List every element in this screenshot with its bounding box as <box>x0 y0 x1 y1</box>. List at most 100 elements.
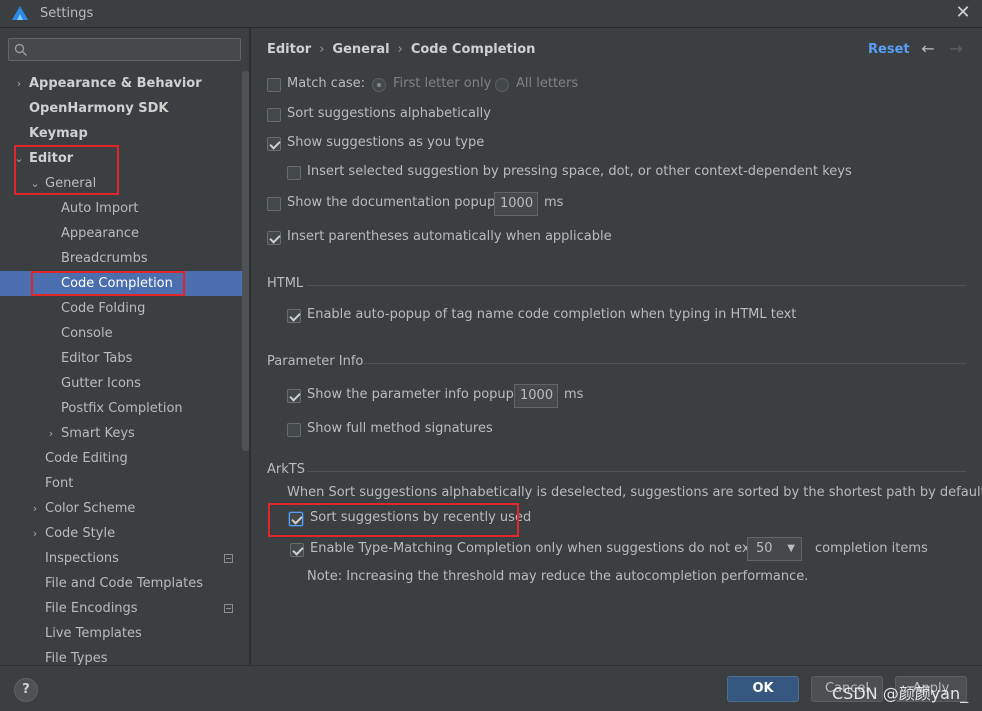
sidebar-item[interactable]: Auto Import <box>0 196 242 221</box>
sidebar-item[interactable]: File and Code Templates <box>0 571 242 596</box>
chevron-right-icon[interactable]: › <box>30 496 40 521</box>
sidebar-item-label: Keymap <box>29 126 88 141</box>
sidebar-item[interactable]: Code Editing <box>0 446 242 471</box>
sidebar-item[interactable]: › Appearance & Behavior <box>0 71 242 96</box>
doc-popup-checkbox[interactable] <box>267 197 281 211</box>
sidebar-item[interactable]: Inspections <box>0 546 242 571</box>
type-matching-limit-dropdown[interactable]: 50 ▼ <box>747 537 802 561</box>
sidebar-item-label: Auto Import <box>61 201 139 216</box>
param-info-delay-input[interactable]: 1000 <box>514 384 558 408</box>
sidebar-item[interactable]: Font <box>0 471 242 496</box>
sidebar-item-label: Color Scheme <box>45 501 136 516</box>
show-as-you-type-checkbox[interactable] <box>267 137 281 151</box>
show-as-you-type-label: Show suggestions as you type <box>287 135 485 150</box>
first-letter-only-radio[interactable] <box>372 78 386 92</box>
sidebar-item[interactable]: File Types <box>0 646 242 665</box>
full-signatures-label: Show full method signatures <box>307 421 493 436</box>
sidebar-item[interactable]: Console <box>0 321 242 346</box>
type-matching-limit-value: 50 <box>756 541 773 556</box>
sidebar-item-label: Editor <box>29 151 74 166</box>
sidebar-item-label: Console <box>61 326 113 341</box>
insert-parentheses-label: Insert parentheses automatically when ap… <box>287 229 612 244</box>
insert-selected-checkbox[interactable] <box>287 166 301 180</box>
sidebar-item-label: Live Templates <box>45 626 142 641</box>
chevron-down-icon[interactable]: ⌄ <box>14 146 24 171</box>
html-auto-popup-checkbox[interactable] <box>287 309 301 323</box>
completion-items-label: completion items <box>815 541 928 556</box>
breadcrumb-separator: › <box>397 42 403 57</box>
watermark: CSDN @颜颜yan_ <box>832 684 969 703</box>
threshold-note: Note: Increasing the threshold may reduc… <box>307 569 809 584</box>
sidebar-item-label: Smart Keys <box>61 426 135 441</box>
help-icon[interactable]: ? <box>14 678 38 702</box>
sidebar-item-label: Code Editing <box>45 451 128 466</box>
ok-button[interactable]: OK <box>727 676 799 702</box>
section-divider <box>363 363 966 364</box>
breadcrumb-item[interactable]: Editor <box>267 42 311 57</box>
sidebar-item[interactable]: Keymap <box>0 121 242 146</box>
section-divider <box>307 285 966 286</box>
arkts-section-title: ArkTS <box>267 462 305 477</box>
doc-popup-delay-input[interactable]: 1000 <box>494 192 538 216</box>
sidebar-item[interactable]: Appearance <box>0 221 242 246</box>
sort-recently-used-label: Sort suggestions by recently used <box>310 510 532 525</box>
sidebar-item[interactable]: Editor Tabs <box>0 346 242 371</box>
sort-alphabetically-label: Sort suggestions alphabetically <box>287 106 491 121</box>
type-matching-checkbox[interactable] <box>290 543 304 557</box>
sidebar-item[interactable]: OpenHarmony SDK <box>0 96 242 121</box>
sidebar-item-label: Code Completion <box>61 276 173 291</box>
sort-recently-used-checkbox[interactable] <box>289 512 303 526</box>
chevron-right-icon[interactable]: › <box>14 71 24 96</box>
sidebar-item[interactable]: Code Completion <box>0 271 242 296</box>
sidebar-item-label: File Types <box>45 651 108 665</box>
search-icon <box>14 43 27 56</box>
forward-arrow-icon: → <box>949 39 963 58</box>
sidebar-item-label: Gutter Icons <box>61 376 141 391</box>
match-case-label: Match case: <box>287 76 366 91</box>
sidebar-item[interactable]: Code Folding <box>0 296 242 321</box>
sidebar-item[interactable]: › Smart Keys <box>0 421 242 446</box>
sidebar-item[interactable]: File Encodings <box>0 596 242 621</box>
sidebar-item[interactable]: Breadcrumbs <box>0 246 242 271</box>
sidebar-item-label: Appearance & Behavior <box>29 76 202 91</box>
sidebar-item[interactable]: Postfix Completion <box>0 396 242 421</box>
sidebar-item-label: OpenHarmony SDK <box>29 101 169 116</box>
window-title: Settings <box>40 6 94 21</box>
match-case-checkbox[interactable] <box>267 78 281 92</box>
project-scope-icon <box>224 554 233 563</box>
settings-content: Editor › General › Code Completion Reset ← →… <box>251 28 982 665</box>
chevron-right-icon[interactable]: › <box>30 521 40 546</box>
sidebar-item[interactable]: › Code Style <box>0 521 242 546</box>
sort-alphabetically-checkbox[interactable] <box>267 108 281 122</box>
param-info-unit: ms <box>564 387 584 402</box>
chevron-down-icon[interactable]: ⌄ <box>30 171 40 196</box>
settings-sidebar: › Appearance & Behavior OpenHarmony SDK Key… <box>0 28 250 665</box>
sidebar-item[interactable]: Live Templates <box>0 621 242 646</box>
doc-popup-unit: ms <box>544 195 564 210</box>
back-arrow-icon[interactable]: ← <box>920 40 936 58</box>
first-letter-only-label: First letter only <box>393 76 492 91</box>
reset-button[interactable]: Reset <box>868 42 910 57</box>
sidebar-item-label: Editor Tabs <box>61 351 133 366</box>
sidebar-item[interactable]: ⌄ Editor <box>0 146 242 171</box>
search-input[interactable] <box>8 38 241 61</box>
close-icon[interactable]: ✕ <box>954 3 972 23</box>
sidebar-item[interactable]: › Color Scheme <box>0 496 242 521</box>
sidebar-item-label: Breadcrumbs <box>61 251 148 266</box>
html-auto-popup-label: Enable auto-popup of tag name code compl… <box>307 307 797 322</box>
sidebar-item-label: Appearance <box>61 226 140 241</box>
type-matching-label: Enable Type-Matching Completion only whe… <box>310 541 781 556</box>
breadcrumb-item-current: Code Completion <box>410 42 536 57</box>
breadcrumb-separator: › <box>319 42 325 57</box>
sidebar-item[interactable]: ⌄ General <box>0 171 242 196</box>
param-info-popup-checkbox[interactable] <box>287 389 301 403</box>
chevron-right-icon[interactable]: › <box>46 421 56 446</box>
sidebar-scrollbar[interactable] <box>242 71 249 451</box>
insert-parentheses-checkbox[interactable] <box>267 231 281 245</box>
sidebar-item[interactable]: Gutter Icons <box>0 371 242 396</box>
full-signatures-checkbox[interactable] <box>287 423 301 437</box>
sidebar-item-label: Code Style <box>45 526 116 541</box>
all-letters-radio[interactable] <box>495 78 509 92</box>
insert-selected-label: Insert selected suggestion by pressing s… <box>307 164 852 179</box>
breadcrumb-item[interactable]: General <box>332 42 389 57</box>
